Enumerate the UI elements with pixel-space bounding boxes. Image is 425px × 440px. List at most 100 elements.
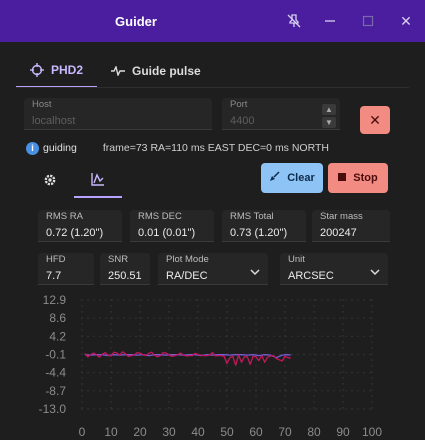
- grid-dot: [139, 359, 141, 361]
- grid-dot: [313, 299, 315, 301]
- grid-dot: [139, 371, 141, 373]
- grid-dot: [255, 311, 257, 313]
- port-input[interactable]: 4400: [230, 115, 254, 127]
- grid-dot: [342, 389, 344, 391]
- grid-dot: [231, 408, 233, 410]
- grid-dot: [110, 407, 112, 409]
- grid-dot: [249, 299, 251, 301]
- close-window-button[interactable]: ✕: [396, 11, 416, 31]
- tab-graph[interactable]: [74, 166, 122, 198]
- grid-dot: [291, 335, 293, 338]
- grid-dot: [339, 353, 341, 356]
- minimize-icon[interactable]: [320, 11, 340, 31]
- grid-dot: [279, 317, 281, 319]
- grid-dot: [129, 408, 131, 410]
- grid-dot: [371, 359, 373, 361]
- grid-dot: [371, 329, 373, 331]
- tab-settings[interactable]: [26, 166, 74, 198]
- maximize-icon[interactable]: [358, 11, 378, 31]
- host-label: Host: [32, 99, 52, 110]
- grid-dot: [345, 335, 347, 338]
- port-field[interactable]: Port 4400 ▲ ▼: [222, 98, 340, 130]
- grid-dot: [371, 305, 373, 307]
- grid-dot: [333, 317, 335, 319]
- grid-dot: [284, 395, 286, 397]
- disconnect-button[interactable]: ✕: [360, 106, 390, 134]
- grid-dot: [309, 408, 311, 410]
- status-detail: frame=73 RA=110 ms EAST DEC=0 ms NORTH: [102, 142, 329, 154]
- grid-dot: [135, 390, 137, 392]
- chevron-down-icon: [370, 264, 380, 276]
- grid-dot: [303, 353, 305, 356]
- grid-dot: [117, 335, 119, 338]
- grid-dot: [197, 359, 199, 361]
- x-tick-label: 50: [220, 425, 234, 439]
- grid-dot: [313, 311, 315, 313]
- grid-dot: [197, 407, 199, 409]
- grid-dot: [351, 317, 353, 319]
- grid-dot: [81, 335, 83, 337]
- y-tick-label: -8.7: [45, 384, 66, 398]
- grid-dot: [123, 335, 125, 338]
- grid-dot: [371, 299, 373, 301]
- grid-dot: [279, 299, 281, 301]
- grid-dot: [333, 371, 335, 374]
- grid-dot: [139, 383, 141, 385]
- grid-dot: [327, 299, 329, 301]
- grid-dot: [371, 341, 373, 343]
- grid-dot: [284, 311, 286, 313]
- unit-select[interactable]: Unit ARCSEC: [280, 253, 388, 285]
- grid-dot: [284, 377, 286, 379]
- grid-dot: [93, 335, 95, 338]
- grid-dot: [81, 311, 83, 313]
- grid-dot: [371, 389, 373, 391]
- y-tick-label: 8.6: [49, 311, 66, 325]
- snr-label: SNR: [108, 254, 129, 265]
- grid-dot: [231, 390, 233, 392]
- grid-dot: [291, 390, 293, 392]
- grid-dot: [333, 353, 335, 356]
- grid-dot: [165, 317, 167, 319]
- grid-dot: [333, 299, 335, 301]
- stop-button[interactable]: Stop: [328, 163, 388, 193]
- grid-dot: [327, 335, 329, 338]
- grid-dot: [321, 371, 323, 374]
- grid-dot: [139, 377, 141, 379]
- grid-dot: [99, 299, 101, 301]
- grid-dot: [135, 299, 137, 301]
- grid-dot: [183, 317, 185, 319]
- grid-dot: [285, 408, 287, 410]
- tab-phd2[interactable]: PHD2: [16, 54, 98, 88]
- hfd-value: 7.7: [46, 270, 62, 282]
- grid-dot: [273, 317, 275, 319]
- tab-guide-pulse[interactable]: Guide pulse: [97, 54, 215, 88]
- clear-button[interactable]: Clear: [261, 163, 323, 193]
- grid-dot: [342, 377, 344, 379]
- grid-dot: [303, 299, 305, 301]
- host-field[interactable]: Host localhost: [24, 98, 212, 130]
- grid-dot: [342, 305, 344, 307]
- grid-dot: [255, 377, 257, 379]
- grid-dot: [226, 395, 228, 397]
- grid-dot: [168, 311, 170, 313]
- grid-dot: [168, 407, 170, 409]
- chevron-up-icon[interactable]: ▲: [322, 104, 336, 115]
- grid-dot: [226, 359, 228, 361]
- grid-dot: [135, 335, 137, 338]
- grid-dot: [195, 390, 197, 392]
- plot-mode-select[interactable]: Plot Mode RA/DEC: [158, 253, 268, 285]
- chevron-down-icon[interactable]: ▼: [322, 117, 336, 128]
- grid-dot: [189, 299, 191, 301]
- grid-dot: [99, 317, 101, 319]
- host-input[interactable]: localhost: [32, 115, 75, 127]
- grid-dot: [249, 317, 251, 319]
- grid-dot: [226, 335, 228, 337]
- grid-dot: [197, 335, 199, 337]
- pin-off-icon[interactable]: [284, 11, 304, 31]
- grid-dot: [371, 377, 373, 379]
- grid-dot: [87, 299, 89, 301]
- grid-dot: [313, 371, 315, 373]
- grid-dot: [237, 371, 239, 374]
- grid-dot: [201, 371, 203, 374]
- grid-dot: [357, 371, 359, 374]
